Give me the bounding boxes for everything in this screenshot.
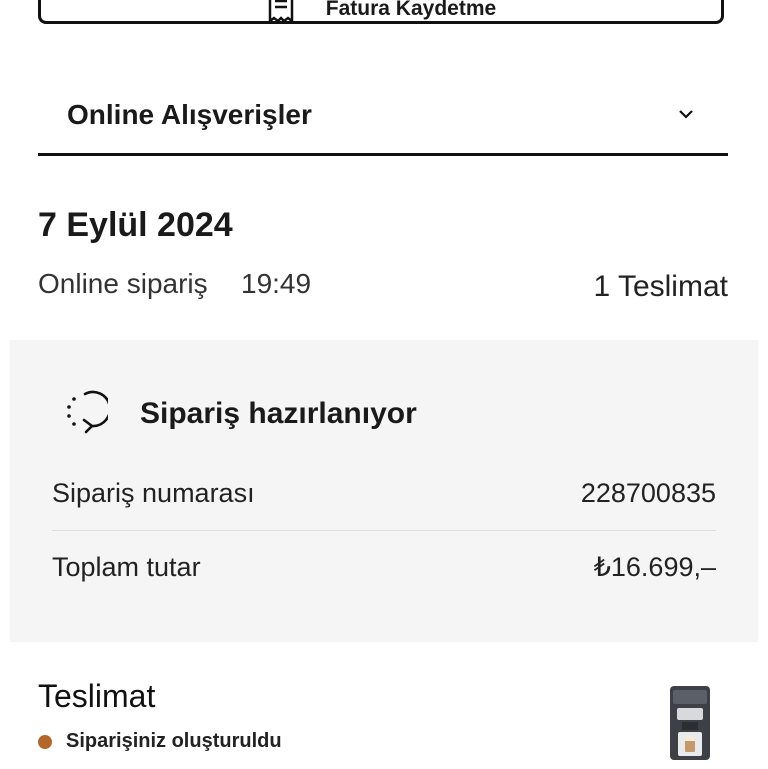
- order-number-label: Sipariş numarası: [52, 477, 255, 508]
- save-invoice-button[interactable]: Fatura Kaydetme: [38, 0, 724, 24]
- order-number-value: 228700835: [580, 477, 716, 508]
- order-time: 19:49: [241, 268, 312, 299]
- receipt-icon: [266, 0, 296, 31]
- total-amount-row: Toplam tutar ₺16.699,–: [52, 530, 716, 604]
- status-dot-icon: [38, 734, 52, 749]
- status-header: Sipariş hazırlanıyor: [62, 388, 417, 439]
- chevron-down-icon: [678, 106, 694, 124]
- product-image[interactable]: [664, 684, 716, 769]
- delivery-status: Siparişiniz oluşturuldu: [38, 730, 282, 753]
- delivery-title: Teslimat: [38, 678, 156, 714]
- loading-arrow-icon: [62, 388, 112, 439]
- save-invoice-label: Fatura Kaydetme: [325, 0, 497, 20]
- online-purchases-accordion[interactable]: Online Alışverişler: [38, 80, 728, 156]
- order-status-card: Sipariş hazırlanıyor Sipariş numarası 22…: [10, 340, 758, 642]
- total-amount-value: ₺16.699,–: [593, 551, 716, 582]
- order-type: Online sipariş: [38, 268, 208, 299]
- accordion-title: Online Alışverişler: [67, 98, 312, 130]
- delivery-count: 1 Teslimat: [593, 270, 728, 303]
- total-amount-label: Toplam tutar: [52, 551, 201, 582]
- delivery-status-text: Siparişiniz oluşturuldu: [66, 730, 282, 752]
- order-date: 7 Eylül 2024: [38, 206, 233, 244]
- status-title: Sipariş hazırlanıyor: [140, 396, 417, 430]
- order-number-row: Sipariş numarası 228700835: [52, 456, 716, 531]
